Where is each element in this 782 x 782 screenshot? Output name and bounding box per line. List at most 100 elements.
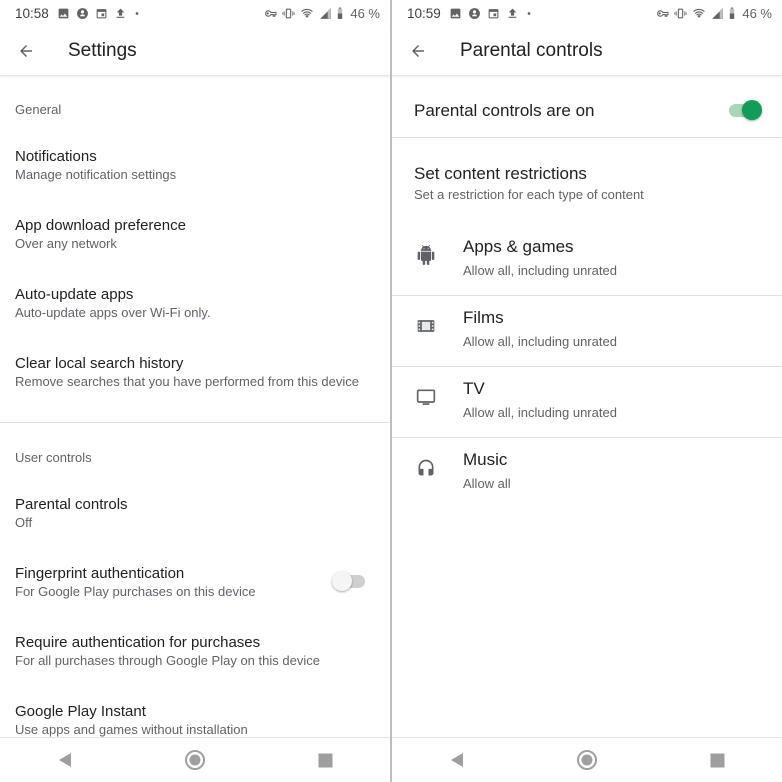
- status-bar: 10:58 46 %: [0, 0, 390, 26]
- category-title: TV: [463, 379, 485, 398]
- setting-title: Clear local search history: [15, 355, 184, 372]
- section-header-general: General: [15, 102, 62, 117]
- master-toggle-label: Parental controls are on: [414, 101, 595, 120]
- image-notification-icon: [450, 8, 461, 18]
- calendar-notification-icon: [488, 8, 499, 18]
- parental-controls-screen: 10:59 46 % Parental controls Parental co…: [392, 0, 782, 782]
- restrictions-subtitle: Set a restriction for each type of conte…: [414, 187, 644, 202]
- settings-list: General Notifications Manage notificatio…: [0, 77, 390, 737]
- category-tv[interactable]: TV Allow all, including unrated: [392, 367, 782, 437]
- category-music[interactable]: Music Allow all: [392, 438, 782, 508]
- setting-notifications[interactable]: Notifications Manage notification settin…: [0, 147, 390, 184]
- cell-signal-icon: [320, 7, 332, 19]
- setting-subtitle: For all purchases through Google Play on…: [15, 653, 320, 668]
- setting-google-play-instant[interactable]: Google Play Instant Use apps and games w…: [0, 702, 390, 737]
- app-bar: Settings: [0, 26, 390, 76]
- setting-title: Notifications: [15, 148, 97, 165]
- dot-notification-icon: [527, 11, 531, 15]
- calendar-notification-icon: [96, 8, 107, 18]
- section-divider: [392, 137, 782, 138]
- film-icon: [417, 320, 435, 332]
- battery-icon: [730, 7, 735, 19]
- battery-icon: [338, 7, 343, 19]
- arrow-back-icon: [412, 44, 424, 57]
- status-bar: 10:59 46 %: [392, 0, 782, 26]
- category-title: Apps & games: [463, 237, 574, 256]
- setting-require-authentication[interactable]: Require authentication for purchases For…: [0, 633, 390, 670]
- setting-title: Auto-update apps: [15, 286, 134, 303]
- account-notification-icon: [468, 7, 480, 19]
- image-notification-icon: [58, 8, 69, 18]
- setting-subtitle: Auto-update apps over Wi-Fi only.: [15, 305, 211, 320]
- page-title: Parental controls: [460, 39, 603, 61]
- nav-home-icon: [577, 750, 597, 770]
- status-time: 10:58: [15, 5, 49, 21]
- cell-signal-icon: [712, 7, 724, 19]
- category-subtitle: Allow all, including unrated: [463, 263, 617, 278]
- category-subtitle: Allow all, including unrated: [463, 405, 617, 420]
- nav-recents-button[interactable]: [705, 748, 729, 772]
- fingerprint-toggle[interactable]: [332, 570, 368, 592]
- nav-home-button[interactable]: [183, 748, 207, 772]
- nav-home-button[interactable]: [575, 748, 599, 772]
- nav-recents-icon: [710, 753, 724, 767]
- nav-recents-icon: [318, 753, 332, 767]
- setting-subtitle: Manage notification settings: [15, 167, 177, 182]
- wifi-icon: [301, 8, 314, 18]
- category-apps-games[interactable]: Apps & games Allow all, including unrate…: [392, 225, 782, 295]
- nav-back-icon: [451, 753, 463, 767]
- tv-icon: [416, 389, 436, 405]
- category-films[interactable]: Films Allow all, including unrated: [392, 296, 782, 366]
- parental-controls-toggle[interactable]: [726, 99, 762, 121]
- back-button[interactable]: [15, 40, 37, 62]
- setting-title: Google Play Instant: [15, 703, 146, 720]
- page-title: Settings: [68, 39, 137, 61]
- vibrate-icon: [282, 8, 295, 18]
- arrow-back-icon: [20, 44, 32, 57]
- nav-home-icon: [185, 750, 205, 770]
- battery-percent: 46 %: [742, 5, 772, 21]
- account-notification-icon: [76, 7, 88, 19]
- category-subtitle: Allow all: [463, 476, 511, 491]
- setting-title: Require authentication for purchases: [15, 634, 261, 651]
- vibrate-icon: [674, 8, 687, 18]
- parental-controls-list: Parental controls are on Set content res…: [392, 77, 782, 737]
- navigation-bar: [392, 737, 782, 782]
- setting-title: App download preference: [15, 217, 186, 234]
- upload-notification-icon: [116, 8, 125, 18]
- navigation-bar: [0, 737, 390, 782]
- section-divider: [0, 422, 390, 423]
- settings-screen: 10:58 46 % Settings General Notification…: [0, 0, 390, 782]
- battery-percent: 46 %: [350, 5, 380, 21]
- setting-app-download-preference[interactable]: App download preference Over any network: [0, 216, 390, 253]
- setting-auto-update-apps[interactable]: Auto-update apps Auto-update apps over W…: [0, 285, 390, 322]
- setting-subtitle: Off: [15, 515, 33, 530]
- content-restrictions-header: Set content restrictions Set a restricti…: [392, 163, 782, 204]
- category-title: Music: [463, 450, 508, 469]
- setting-subtitle: Over any network: [15, 236, 117, 251]
- vpn-key-icon: [657, 9, 669, 17]
- restrictions-title: Set content restrictions: [414, 164, 587, 183]
- nav-back-button[interactable]: [53, 748, 77, 772]
- app-bar: Parental controls: [392, 26, 782, 76]
- dot-notification-icon: [135, 11, 139, 15]
- wifi-icon: [693, 8, 706, 18]
- nav-back-button[interactable]: [445, 748, 469, 772]
- android-icon: [417, 245, 435, 265]
- upload-notification-icon: [508, 8, 517, 18]
- nav-back-icon: [59, 753, 71, 767]
- status-time: 10:59: [407, 5, 441, 21]
- setting-clear-search-history[interactable]: Clear local search history Remove search…: [0, 354, 390, 391]
- setting-subtitle: Use apps and games without installation: [15, 722, 248, 737]
- setting-subtitle: Remove searches that you have performed …: [15, 374, 359, 389]
- nav-recents-button[interactable]: [313, 748, 337, 772]
- back-button[interactable]: [407, 40, 429, 62]
- vpn-key-icon: [265, 9, 277, 17]
- setting-parental-controls[interactable]: Parental controls Off: [0, 495, 390, 532]
- category-title: Films: [463, 308, 504, 327]
- headphones-icon: [418, 459, 434, 476]
- setting-title: Parental controls: [15, 496, 128, 513]
- category-subtitle: Allow all, including unrated: [463, 334, 617, 349]
- parental-controls-master-row[interactable]: Parental controls are on: [392, 77, 782, 137]
- section-header-user-controls: User controls: [15, 450, 92, 465]
